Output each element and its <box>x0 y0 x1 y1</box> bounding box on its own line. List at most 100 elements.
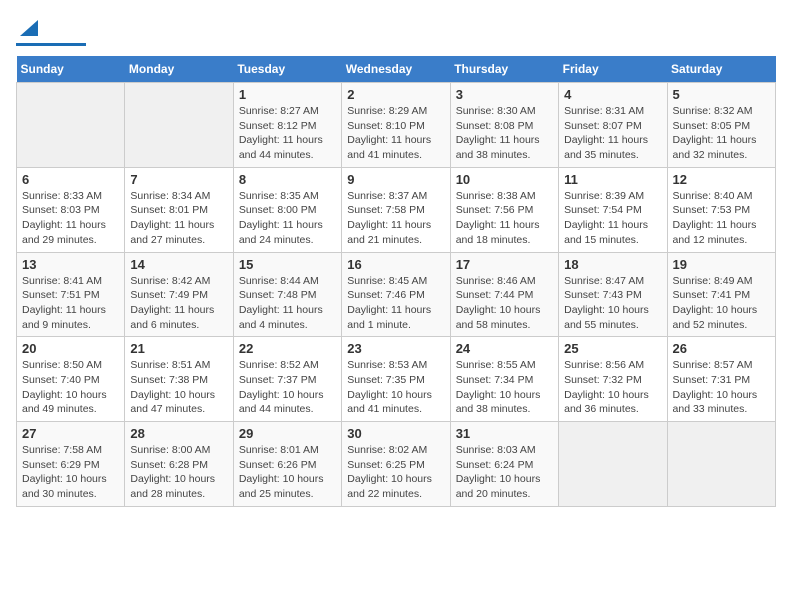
weekday-header-sunday: Sunday <box>17 56 125 83</box>
calendar-cell: 9 Sunrise: 8:37 AM Sunset: 7:58 PM Daylig… <box>342 167 450 252</box>
day-number: 21 <box>130 341 227 356</box>
day-info: Sunrise: 8:33 AM Sunset: 8:03 PM Dayligh… <box>22 189 119 248</box>
calendar-cell: 1 Sunrise: 8:27 AM Sunset: 8:12 PM Daylig… <box>233 83 341 168</box>
day-info: Sunrise: 8:01 AM Sunset: 6:26 PM Dayligh… <box>239 443 336 502</box>
page-header <box>16 16 776 46</box>
day-number: 19 <box>673 257 770 272</box>
day-info: Sunrise: 8:27 AM Sunset: 8:12 PM Dayligh… <box>239 104 336 163</box>
calendar-cell: 31 Sunrise: 8:03 AM Sunset: 6:24 PM Dayli… <box>450 422 558 507</box>
day-number: 20 <box>22 341 119 356</box>
logo <box>16 16 86 46</box>
day-number: 26 <box>673 341 770 356</box>
week-row-3: 13 Sunrise: 8:41 AM Sunset: 7:51 PM Dayli… <box>17 252 776 337</box>
logo-arrow-icon <box>20 20 38 36</box>
calendar-cell: 13 Sunrise: 8:41 AM Sunset: 7:51 PM Dayli… <box>17 252 125 337</box>
calendar-cell: 15 Sunrise: 8:44 AM Sunset: 7:48 PM Dayli… <box>233 252 341 337</box>
calendar-cell: 25Sunrise: 8:56 AM Sunset: 7:32 PM Dayli… <box>559 337 667 422</box>
calendar-cell: 30 Sunrise: 8:02 AM Sunset: 6:25 PM Dayli… <box>342 422 450 507</box>
calendar-cell <box>667 422 775 507</box>
weekday-header-friday: Friday <box>559 56 667 83</box>
day-number: 31 <box>456 426 553 441</box>
calendar-cell: 14 Sunrise: 8:42 AM Sunset: 7:49 PM Dayli… <box>125 252 233 337</box>
calendar-cell: 27 Sunrise: 7:58 AM Sunset: 6:29 PM Dayli… <box>17 422 125 507</box>
day-info: Sunrise: 8:51 AM Sunset: 7:38 PM Dayligh… <box>130 358 227 417</box>
week-row-1: 1 Sunrise: 8:27 AM Sunset: 8:12 PM Daylig… <box>17 83 776 168</box>
day-number: 3 <box>456 87 553 102</box>
day-info: Sunrise: 8:47 AM Sunset: 7:43 PM Dayligh… <box>564 274 661 333</box>
day-number: 28 <box>130 426 227 441</box>
day-info: Sunrise: 8:29 AM Sunset: 8:10 PM Dayligh… <box>347 104 444 163</box>
day-info: Sunrise: 8:42 AM Sunset: 7:49 PM Dayligh… <box>130 274 227 333</box>
day-info: Sunrise: 8:50 AM Sunset: 7:40 PM Dayligh… <box>22 358 119 417</box>
calendar-cell: 29 Sunrise: 8:01 AM Sunset: 6:26 PM Dayli… <box>233 422 341 507</box>
day-number: 14 <box>130 257 227 272</box>
day-number: 29 <box>239 426 336 441</box>
calendar-cell: 26 Sunrise: 8:57 AM Sunset: 7:31 PM Dayli… <box>667 337 775 422</box>
day-info: Sunrise: 8:49 AM Sunset: 7:41 PM Dayligh… <box>673 274 770 333</box>
day-info: Sunrise: 8:57 AM Sunset: 7:31 PM Dayligh… <box>673 358 770 417</box>
calendar-cell: 22 Sunrise: 8:52 AM Sunset: 7:37 PM Dayli… <box>233 337 341 422</box>
calendar-cell <box>17 83 125 168</box>
day-number: 6 <box>22 172 119 187</box>
calendar-body: 1 Sunrise: 8:27 AM Sunset: 8:12 PM Daylig… <box>17 83 776 507</box>
day-number: 23 <box>347 341 444 356</box>
day-number: 9 <box>347 172 444 187</box>
day-number: 13 <box>22 257 119 272</box>
calendar-cell: 16Sunrise: 8:45 AM Sunset: 7:46 PM Dayli… <box>342 252 450 337</box>
calendar-cell: 8Sunrise: 8:35 AM Sunset: 8:00 PM Daylig… <box>233 167 341 252</box>
weekday-header-monday: Monday <box>125 56 233 83</box>
logo-underline <box>16 43 86 46</box>
week-row-4: 20 Sunrise: 8:50 AM Sunset: 7:40 PM Dayli… <box>17 337 776 422</box>
day-info: Sunrise: 8:37 AM Sunset: 7:58 PM Dayligh… <box>347 189 444 248</box>
day-number: 4 <box>564 87 661 102</box>
calendar-cell: 21 Sunrise: 8:51 AM Sunset: 7:38 PM Dayli… <box>125 337 233 422</box>
day-number: 1 <box>239 87 336 102</box>
calendar-cell: 18 Sunrise: 8:47 AM Sunset: 7:43 PM Dayli… <box>559 252 667 337</box>
day-info: Sunrise: 8:46 AM Sunset: 7:44 PM Dayligh… <box>456 274 553 333</box>
day-info: Sunrise: 8:56 AM Sunset: 7:32 PM Dayligh… <box>564 358 661 417</box>
day-info: Sunrise: 7:58 AM Sunset: 6:29 PM Dayligh… <box>22 443 119 502</box>
day-number: 5 <box>673 87 770 102</box>
day-info: Sunrise: 8:55 AM Sunset: 7:34 PM Dayligh… <box>456 358 553 417</box>
calendar-cell: 10 Sunrise: 8:38 AM Sunset: 7:56 PM Dayli… <box>450 167 558 252</box>
day-number: 15 <box>239 257 336 272</box>
calendar-cell: 3 Sunrise: 8:30 AM Sunset: 8:08 PM Daylig… <box>450 83 558 168</box>
weekday-row: SundayMondayTuesdayWednesdayThursdayFrid… <box>17 56 776 83</box>
week-row-5: 27 Sunrise: 7:58 AM Sunset: 6:29 PM Dayli… <box>17 422 776 507</box>
day-info: Sunrise: 8:53 AM Sunset: 7:35 PM Dayligh… <box>347 358 444 417</box>
calendar-table: SundayMondayTuesdayWednesdayThursdayFrid… <box>16 56 776 507</box>
day-number: 7 <box>130 172 227 187</box>
calendar-cell: 20 Sunrise: 8:50 AM Sunset: 7:40 PM Dayli… <box>17 337 125 422</box>
day-info: Sunrise: 8:52 AM Sunset: 7:37 PM Dayligh… <box>239 358 336 417</box>
calendar-cell <box>559 422 667 507</box>
day-info: Sunrise: 8:39 AM Sunset: 7:54 PM Dayligh… <box>564 189 661 248</box>
day-info: Sunrise: 8:38 AM Sunset: 7:56 PM Dayligh… <box>456 189 553 248</box>
weekday-header-wednesday: Wednesday <box>342 56 450 83</box>
day-number: 2 <box>347 87 444 102</box>
calendar-cell: 28 Sunrise: 8:00 AM Sunset: 6:28 PM Dayli… <box>125 422 233 507</box>
day-info: Sunrise: 8:00 AM Sunset: 6:28 PM Dayligh… <box>130 443 227 502</box>
calendar-cell: 7 Sunrise: 8:34 AM Sunset: 8:01 PM Daylig… <box>125 167 233 252</box>
calendar-cell: 19 Sunrise: 8:49 AM Sunset: 7:41 PM Dayli… <box>667 252 775 337</box>
calendar-cell: 24Sunrise: 8:55 AM Sunset: 7:34 PM Dayli… <box>450 337 558 422</box>
day-info: Sunrise: 8:34 AM Sunset: 8:01 PM Dayligh… <box>130 189 227 248</box>
calendar-cell: 2 Sunrise: 8:29 AM Sunset: 8:10 PM Daylig… <box>342 83 450 168</box>
day-info: Sunrise: 8:02 AM Sunset: 6:25 PM Dayligh… <box>347 443 444 502</box>
day-number: 18 <box>564 257 661 272</box>
day-number: 30 <box>347 426 444 441</box>
calendar-header: SundayMondayTuesdayWednesdayThursdayFrid… <box>17 56 776 83</box>
day-number: 27 <box>22 426 119 441</box>
day-info: Sunrise: 8:44 AM Sunset: 7:48 PM Dayligh… <box>239 274 336 333</box>
day-info: Sunrise: 8:32 AM Sunset: 8:05 PM Dayligh… <box>673 104 770 163</box>
calendar-cell: 17 Sunrise: 8:46 AM Sunset: 7:44 PM Dayli… <box>450 252 558 337</box>
day-number: 17 <box>456 257 553 272</box>
day-info: Sunrise: 8:30 AM Sunset: 8:08 PM Dayligh… <box>456 104 553 163</box>
day-number: 11 <box>564 172 661 187</box>
day-number: 22 <box>239 341 336 356</box>
day-info: Sunrise: 8:03 AM Sunset: 6:24 PM Dayligh… <box>456 443 553 502</box>
calendar-cell <box>125 83 233 168</box>
day-number: 10 <box>456 172 553 187</box>
calendar-cell: 12Sunrise: 8:40 AM Sunset: 7:53 PM Dayli… <box>667 167 775 252</box>
calendar-cell: 6 Sunrise: 8:33 AM Sunset: 8:03 PM Daylig… <box>17 167 125 252</box>
day-info: Sunrise: 8:41 AM Sunset: 7:51 PM Dayligh… <box>22 274 119 333</box>
